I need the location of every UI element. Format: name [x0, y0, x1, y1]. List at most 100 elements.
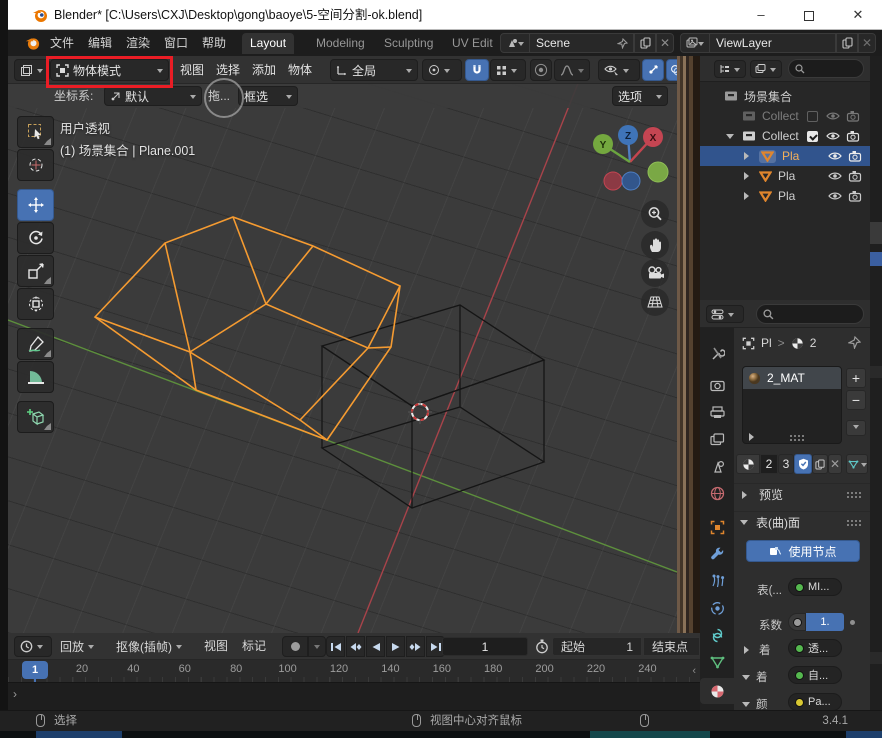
current-frame-field[interactable]: 1 [442, 637, 528, 656]
panel-surface[interactable]: 表(曲)面 [734, 511, 870, 533]
surface-shader-dropdown[interactable]: MI... [788, 578, 842, 596]
material-unlink-button[interactable]: ✕ [828, 454, 842, 474]
play-button[interactable] [386, 636, 405, 657]
minimize-button[interactable]: – [738, 0, 784, 30]
pivot-dropdown[interactable] [422, 59, 462, 81]
timeline-menu-markers[interactable]: 标记 [242, 633, 266, 660]
pin-icon[interactable] [617, 38, 628, 49]
tool-select-box[interactable] [17, 116, 54, 148]
viewlayer-copy-button[interactable] [836, 33, 858, 53]
expand-arrow-icon[interactable] [726, 134, 734, 143]
workspace-tab-layout[interactable]: Layout [242, 33, 294, 54]
expand-arrow-icon[interactable] [744, 646, 753, 654]
add-slot-button[interactable]: + [846, 368, 866, 388]
jump-to-start-button[interactable] [326, 636, 345, 657]
render-visibility-icon[interactable] [846, 110, 860, 122]
blender-menu-icon[interactable] [24, 35, 41, 51]
material-slot-item[interactable]: 2_MAT [743, 367, 841, 389]
menu-render[interactable]: 渲染 [126, 30, 150, 56]
tab-particles[interactable] [700, 568, 734, 594]
tab-constraints[interactable] [700, 622, 734, 648]
playhead-frame-tag[interactable]: 1 [22, 661, 48, 679]
eye-icon[interactable] [828, 150, 842, 162]
material-copy-button[interactable] [812, 454, 828, 474]
viewport-3d[interactable]: 物体模式 视图 选择 添加 物体 全局 [8, 56, 677, 633]
eye-icon[interactable] [826, 110, 840, 122]
workspace-tab-modeling[interactable]: Modeling [308, 33, 373, 54]
tool-scale[interactable] [17, 255, 54, 287]
breadcrumb-material-name[interactable]: 2 [810, 336, 817, 350]
next-keyframe-button[interactable] [406, 636, 425, 657]
play-reverse-button[interactable] [366, 636, 385, 657]
animate-dot-icon[interactable] [850, 620, 855, 625]
tab-tool[interactable] [700, 340, 734, 366]
exclude-checkbox[interactable] [807, 131, 818, 142]
workspace-tab-uvedit[interactable]: UV Edit [444, 33, 501, 54]
shader2-dropdown[interactable]: 自... [788, 666, 842, 684]
tab-modifiers[interactable] [700, 541, 734, 567]
navigation-gizmo[interactable]: Z X Y [588, 122, 672, 196]
tool-measure[interactable] [17, 361, 54, 393]
render-visibility-icon[interactable] [846, 130, 860, 142]
viewport-menu-object[interactable]: 物体 [288, 56, 312, 84]
record-button[interactable] [282, 636, 308, 657]
select-tool-dropdown[interactable]: 框选 [238, 86, 298, 106]
snap-settings-dropdown[interactable] [490, 59, 526, 81]
menu-window[interactable]: 窗口 [164, 30, 188, 56]
menu-file[interactable]: 文件 [50, 30, 74, 56]
color-dropdown[interactable]: Pa... [788, 693, 842, 711]
expand-arrow-icon[interactable] [744, 152, 753, 160]
grip-handle[interactable] [846, 519, 862, 526]
material-name-field[interactable]: 2 [760, 454, 778, 474]
coord-system-dropdown[interactable]: 默认 [104, 86, 202, 106]
tool-transform[interactable] [17, 288, 54, 320]
outliner-row-collection-excluded[interactable]: Collect [700, 106, 870, 126]
tool-cursor[interactable] [17, 149, 54, 181]
frame-end-field[interactable]: 结束点 [643, 637, 700, 656]
tool-move[interactable] [17, 189, 54, 221]
maximize-button[interactable] [786, 0, 832, 30]
tab-object[interactable] [700, 514, 734, 540]
expand-arrow-icon[interactable] [744, 172, 753, 180]
viewport-menu-view[interactable]: 视图 [180, 56, 204, 84]
viewlayer-browse-button[interactable] [680, 33, 710, 53]
workspace-tab-sculpting[interactable]: Sculpting [376, 33, 441, 54]
tool-rotate[interactable] [17, 222, 54, 254]
tool-add-cube[interactable] [17, 401, 54, 433]
menu-help[interactable]: 帮助 [202, 30, 226, 56]
render-visibility-icon[interactable] [848, 150, 862, 162]
outliner-row-object-active[interactable]: Pla [700, 146, 870, 166]
tab-render[interactable] [700, 372, 734, 398]
pan-button[interactable] [641, 231, 669, 259]
exclude-checkbox[interactable] [807, 111, 818, 122]
tool-annotate[interactable] [17, 328, 54, 360]
scroll-left-icon[interactable]: ‹ [692, 665, 696, 677]
factor-value-slider[interactable]: 1. [806, 613, 844, 631]
outliner-row-scene-collection[interactable]: 场景集合 [700, 86, 870, 106]
viewport-menu-add[interactable]: 添加 [252, 56, 276, 84]
proportional-falloff-dropdown[interactable] [554, 59, 590, 81]
timeline-ruler[interactable]: 20406080100120140160180200220240 1 ‹ [8, 660, 700, 682]
tab-scene[interactable] [700, 453, 734, 479]
timeline-menu-keying[interactable]: 抠像(插帧) [116, 633, 182, 660]
grip-handle[interactable] [789, 434, 805, 441]
menu-edit[interactable]: 编辑 [88, 30, 112, 56]
editor-type-button[interactable] [14, 59, 50, 81]
pin-id-icon[interactable] [848, 336, 861, 349]
scene-unlink-button[interactable]: ✕ [656, 33, 674, 53]
eye-icon[interactable] [826, 130, 840, 142]
material-browse-button[interactable] [736, 454, 760, 474]
outliner-filter-dropdown[interactable] [714, 60, 746, 78]
use-nodes-button[interactable]: 使用节点 [746, 540, 860, 562]
orientation-dropdown[interactable]: 全局 [330, 59, 418, 81]
remove-slot-button[interactable]: − [846, 390, 866, 410]
viewlayer-name-field[interactable]: ViewLayer [710, 33, 836, 53]
options-dropdown[interactable]: 选项 [612, 86, 668, 106]
outliner-display-dropdown[interactable] [750, 60, 782, 78]
prev-keyframe-button[interactable] [346, 636, 365, 657]
expand-arrow-icon[interactable] [744, 192, 753, 200]
scene-name-field[interactable]: Scene [530, 33, 634, 53]
gizmos-toggle-button[interactable] [642, 59, 664, 81]
eye-icon[interactable] [828, 170, 842, 182]
scene-browse-button[interactable] [500, 33, 530, 53]
